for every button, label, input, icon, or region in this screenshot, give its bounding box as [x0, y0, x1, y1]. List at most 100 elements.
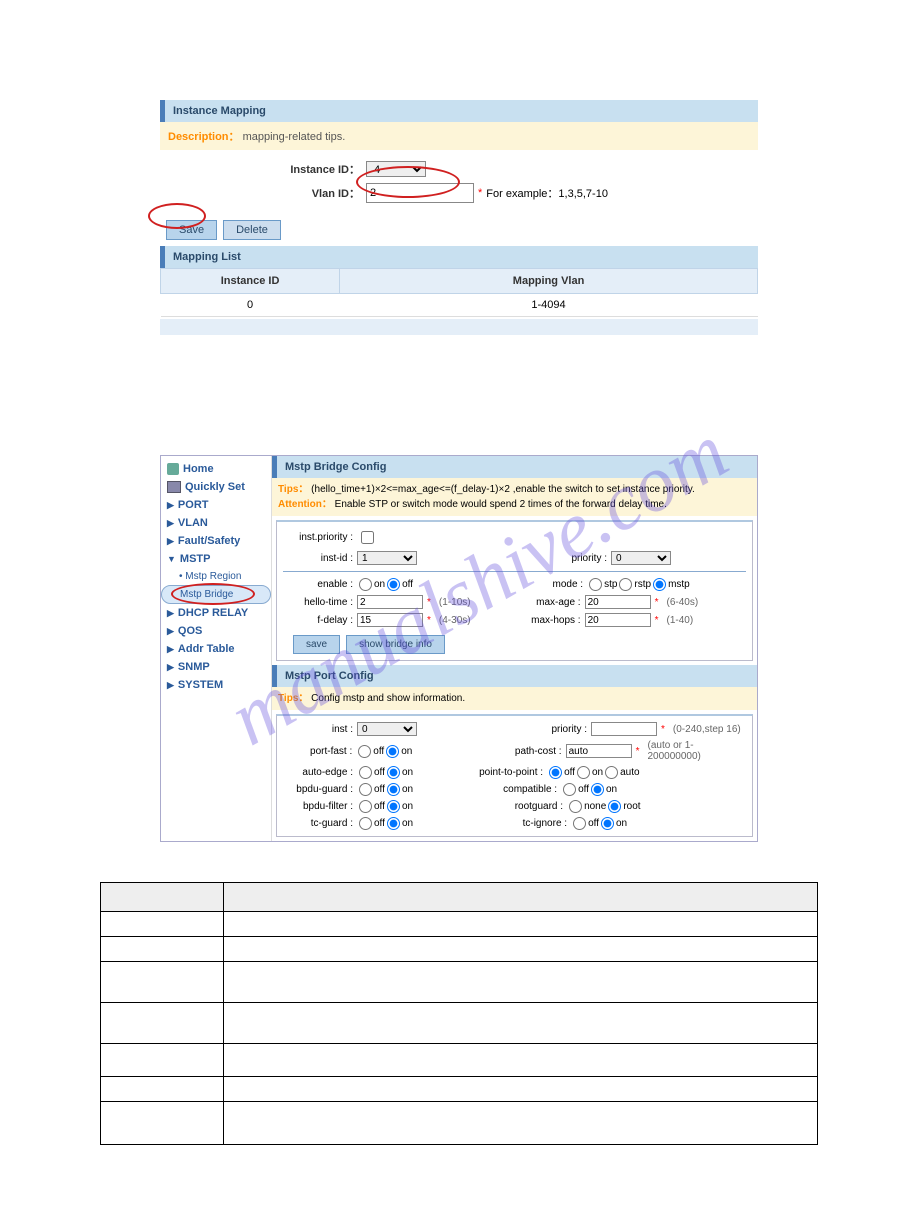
priority-hint: (0-240,step 16) [673, 724, 741, 735]
fdelay-label: f-delay : [283, 615, 357, 626]
portfast-label: port-fast : [283, 746, 356, 757]
sidebar-item-label: Addr Table [178, 643, 235, 655]
sidebar-item-label: MSTP [180, 553, 211, 565]
tcguard-on-radio[interactable] [387, 817, 400, 830]
sidebar-sub-mstp-bridge[interactable]: Mstp Bridge [161, 585, 271, 604]
bpdufilter-off-radio[interactable] [359, 800, 372, 813]
mode-mstp-radio[interactable] [653, 578, 666, 591]
required-mark: * [661, 724, 665, 735]
tcignore-on-radio[interactable] [601, 817, 614, 830]
compatible-label: compatible : [487, 784, 561, 795]
tcguard-off-radio[interactable] [359, 817, 372, 830]
p2p-off-radio[interactable] [549, 766, 562, 779]
sidebar-home[interactable]: Home [161, 460, 271, 478]
tips-bar: Tips： (hello_time+1)×2<=max_age<=(f_dela… [272, 478, 757, 516]
show-bridge-info-button[interactable]: show bridge info [346, 635, 445, 654]
bpdufilter-on-radio[interactable] [387, 800, 400, 813]
sidebar-item-label: VLAN [178, 517, 208, 529]
bpduguard-on-radio[interactable] [387, 783, 400, 796]
table-cell [101, 1003, 224, 1044]
sidebar-sub-label: Mstp Region [185, 571, 241, 582]
port-config-box: inst : 0 priority : * (0-240,step 16) po… [276, 714, 753, 837]
vlan-id-input[interactable] [366, 183, 474, 203]
radio-label: off [374, 767, 385, 778]
autoedge-on-radio[interactable] [387, 766, 400, 779]
delete-button[interactable]: Delete [223, 220, 281, 240]
pathcost-hint: (auto or 1-200000000) [648, 740, 747, 762]
required-mark: * [655, 597, 659, 608]
radio-label: none [584, 801, 606, 812]
sidebar-item-mstp[interactable]: ▼MSTP [161, 550, 271, 568]
attention-label: Attention： [278, 499, 332, 510]
portfast-on-radio[interactable] [386, 745, 399, 758]
sidebar-item-system[interactable]: ▶SYSTEM [161, 676, 271, 694]
save-button[interactable]: Save [166, 220, 217, 240]
table-cell [101, 1077, 224, 1102]
description-bar: Description： mapping-related tips. [160, 122, 758, 150]
instance-id-label: Instance ID： [160, 161, 366, 177]
table-cell [101, 1102, 224, 1145]
max-age-input[interactable] [585, 595, 651, 609]
priority-select[interactable]: 0 [611, 551, 671, 565]
p2p-auto-radio[interactable] [605, 766, 618, 779]
sidebar-item-fault[interactable]: ▶Fault/Safety [161, 532, 271, 550]
sidebar-item-label: Fault/Safety [178, 535, 240, 547]
autoedge-off-radio[interactable] [359, 766, 372, 779]
radio-label: on [402, 818, 413, 829]
enable-on-radio[interactable] [359, 578, 372, 591]
bpdufilter-label: bpdu-filter : [283, 801, 357, 812]
save-button[interactable]: save [293, 635, 340, 654]
sidebar-item-dhcp[interactable]: ▶DHCP RELAY [161, 604, 271, 622]
fdelay-hint: (4-30s) [439, 615, 471, 626]
vlan-id-label: Vlan ID： [160, 185, 366, 201]
max-hops-input[interactable] [585, 613, 651, 627]
rootguard-none-radio[interactable] [569, 800, 582, 813]
table-cell [224, 1044, 818, 1077]
compatible-on-radio[interactable] [591, 783, 604, 796]
sidebar-item-vlan[interactable]: ▶ VLAN [161, 514, 271, 532]
radio-label: off [374, 818, 385, 829]
portfast-off-radio[interactable] [358, 745, 371, 758]
pathcost-input[interactable] [566, 744, 632, 758]
mode-rstp-radio[interactable] [619, 578, 632, 591]
bridge-config-box: inst.priority : inst-id : 1 priority : 0… [276, 520, 753, 661]
sidebar: Home Quickly Set ▶PORT ▶VLAN ▶Fault/Safe… [161, 456, 272, 841]
enable-label: enable : [283, 579, 357, 590]
fdelay-input[interactable] [357, 613, 423, 627]
port-priority-input[interactable] [591, 722, 657, 736]
sidebar-item-port[interactable]: ▶PORT [161, 496, 271, 514]
inst-priority-checkbox[interactable] [361, 531, 374, 544]
radio-label: root [623, 801, 640, 812]
sidebar-quickly-set[interactable]: Quickly Set [161, 478, 271, 496]
hello-time-input[interactable] [357, 595, 423, 609]
sidebar-sub-mstp-region[interactable]: • Mstp Region [161, 568, 271, 585]
enable-off-radio[interactable] [387, 578, 400, 591]
radio-label: off [374, 784, 385, 795]
panel-title: Instance Mapping [160, 100, 758, 122]
p2p-on-radio[interactable] [577, 766, 590, 779]
inst-id-select[interactable]: 1 [357, 551, 417, 565]
sidebar-item-qos[interactable]: ▶QOS [161, 622, 271, 640]
instance-id-select[interactable]: 4 [366, 161, 426, 177]
table-cell [101, 962, 224, 1003]
chevron-right-icon: ▶ [167, 626, 174, 637]
tcignore-off-radio[interactable] [573, 817, 586, 830]
inst-priority-label: inst.priority : [283, 532, 357, 543]
home-icon [167, 463, 179, 475]
inst-select[interactable]: 0 [357, 722, 417, 736]
max-hops-hint: (1-40) [667, 615, 694, 626]
required-mark: * [478, 187, 482, 199]
sidebar-item-snmp[interactable]: ▶SNMP [161, 658, 271, 676]
required-mark: * [427, 615, 431, 626]
chevron-right-icon: ▶ [167, 518, 174, 529]
compatible-off-radio[interactable] [563, 783, 576, 796]
p2p-label: point-to-point : [473, 767, 547, 778]
radio-label: rstp [634, 579, 651, 590]
port-config-title: Mstp Port Config [272, 665, 757, 687]
rootguard-root-radio[interactable] [608, 800, 621, 813]
sidebar-item-addr[interactable]: ▶Addr Table [161, 640, 271, 658]
required-mark: * [655, 615, 659, 626]
bpduguard-off-radio[interactable] [359, 783, 372, 796]
mode-stp-radio[interactable] [589, 578, 602, 591]
radio-label: off [578, 784, 589, 795]
